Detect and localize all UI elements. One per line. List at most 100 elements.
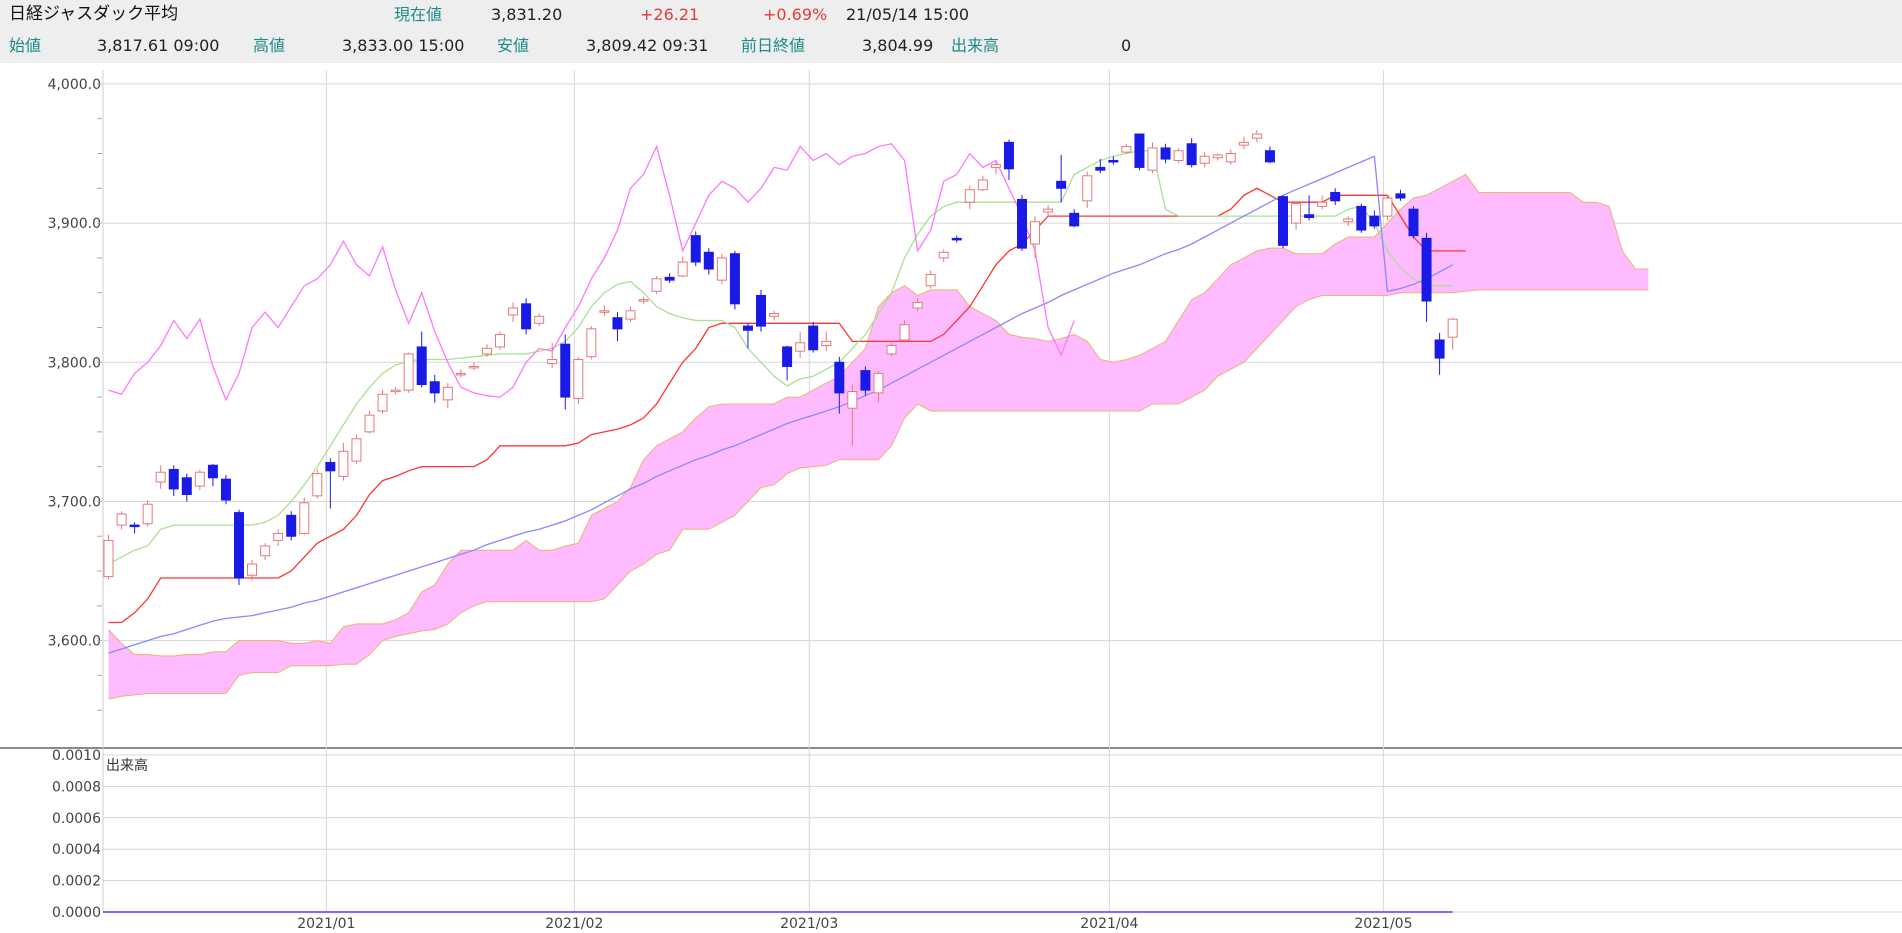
candle-body <box>1056 180 1067 189</box>
candle-body <box>690 235 701 263</box>
candle-body <box>207 464 218 479</box>
candle-body <box>1225 153 1236 163</box>
x-tick-label: 2021/04 <box>1080 916 1138 932</box>
quote-datetime: 21/05/14 15:00 <box>846 5 970 24</box>
candle-body <box>729 253 740 305</box>
candle-body <box>194 471 205 487</box>
candle-body <box>286 514 297 537</box>
candle-body <box>312 473 323 497</box>
candle-body <box>1291 203 1302 224</box>
candle-body <box>234 512 244 579</box>
candle-body <box>651 278 662 292</box>
candle <box>1408 206 1419 239</box>
candle <box>521 298 532 335</box>
candle-body <box>247 563 258 576</box>
candle <box>1173 147 1184 164</box>
candle <box>495 331 505 350</box>
high-label: 高値 <box>253 36 286 55</box>
candle-body <box>1408 208 1419 237</box>
candle-body <box>1017 198 1027 249</box>
candle-body <box>1212 154 1223 159</box>
candle-body <box>521 303 532 330</box>
candle-body <box>116 513 127 526</box>
candle-body <box>716 257 727 281</box>
candle-body <box>1304 214 1315 219</box>
x-tick-label: 2021/02 <box>545 916 603 932</box>
candle-body <box>442 386 453 401</box>
candle <box>286 511 297 541</box>
candle-body <box>756 294 766 327</box>
candle-body <box>977 179 988 191</box>
volume-y-tick-label: 0.0000 <box>52 905 101 921</box>
x-tick-label: 2021/01 <box>297 916 355 932</box>
candle-body <box>1238 141 1249 146</box>
candle-body <box>299 502 310 534</box>
candle <box>586 326 597 360</box>
candle-body <box>560 343 571 398</box>
candle-body <box>886 345 897 355</box>
candle-body <box>1395 193 1406 199</box>
candle-body <box>821 340 832 347</box>
candle-body <box>938 251 949 259</box>
candle-body <box>508 307 519 316</box>
candle-body <box>586 328 597 358</box>
candle-body <box>181 477 192 495</box>
candle-body <box>273 532 284 541</box>
candle-body <box>351 438 362 462</box>
low-value: 3,809.42 09:31 <box>586 36 709 55</box>
candle-body <box>638 299 649 302</box>
candle-body <box>808 325 819 351</box>
candle-body <box>155 471 166 483</box>
candle-body <box>677 261 688 277</box>
y-tick-label: 4,000.0 <box>48 77 101 93</box>
quote-header: 日経ジャスダック平均 現在値 3,831.20 +26.21 +0.69% 21… <box>0 0 1902 63</box>
candle-body <box>416 346 427 386</box>
index-name: 日経ジャスダック平均 <box>9 4 179 24</box>
candle <box>1278 195 1288 249</box>
candle-body <box>1147 147 1158 171</box>
candle-body <box>325 461 336 472</box>
candle <box>756 289 766 332</box>
candle-body <box>1434 339 1445 359</box>
candle-body <box>495 333 505 348</box>
candle <box>403 352 414 393</box>
candle-body <box>1134 133 1145 168</box>
candle-body <box>899 324 910 341</box>
candle-body <box>703 251 714 270</box>
high-value: 3,833.00 15:00 <box>342 36 465 55</box>
candle <box>103 534 114 580</box>
y-tick-label: 3,600.0 <box>48 634 101 650</box>
candle-body <box>990 164 1001 168</box>
candle-body <box>664 276 675 281</box>
candle-body <box>1199 155 1210 164</box>
candle-body <box>103 539 114 578</box>
candle <box>729 250 740 310</box>
candle-body <box>951 237 962 241</box>
candle-body <box>573 358 584 399</box>
volume-y-tick-label: 0.0008 <box>52 779 101 795</box>
candle-body <box>1108 159 1119 163</box>
candle-body <box>142 503 153 525</box>
candle-body <box>795 342 806 352</box>
candle-body <box>260 545 271 557</box>
volume-value: 0 <box>1121 36 1132 55</box>
candle-body <box>1121 146 1132 153</box>
change-percent: +0.69% <box>763 5 828 24</box>
candle-body <box>912 301 923 309</box>
candle-body <box>834 361 845 394</box>
candle <box>808 321 819 353</box>
candle-body <box>1382 197 1393 217</box>
candle-body <box>599 310 610 313</box>
current-price-label: 現在値 <box>394 5 443 24</box>
candle-body <box>847 390 858 409</box>
candle-body <box>1278 196 1288 246</box>
candle-body <box>1317 201 1328 207</box>
volume-y-tick-label: 0.0006 <box>52 811 101 827</box>
candle-body <box>429 381 440 394</box>
candle-body <box>1186 143 1197 166</box>
y-tick-label: 3,700.0 <box>48 494 101 510</box>
candle <box>1382 195 1393 221</box>
price-chart[interactable]: 4,000.0 3,900.0 3,800.0 3,700.0 3,600.0 2021/… <box>0 63 1902 933</box>
candle-body <box>1069 212 1080 227</box>
volume-y-tick-label: 0.0004 <box>52 842 101 858</box>
